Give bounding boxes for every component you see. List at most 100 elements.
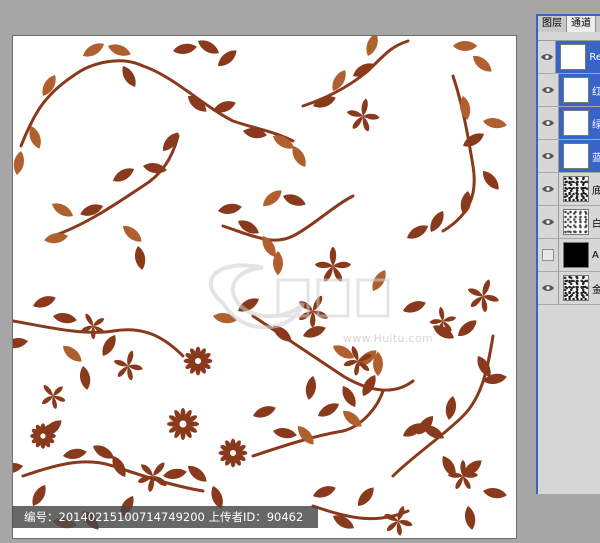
layer-name: 底 <box>592 182 600 197</box>
layer-thumbnail[interactable] <box>563 176 589 202</box>
leaf-shape <box>172 41 198 56</box>
leaf-shape <box>78 201 105 219</box>
leaf-shape <box>463 505 478 531</box>
leaf-shape <box>52 311 78 326</box>
layer-thumbnail[interactable] <box>563 77 589 103</box>
layer-row[interactable]: 金 <box>538 272 600 305</box>
layer-name: 白 <box>592 215 600 230</box>
daisy-shape <box>183 346 213 376</box>
eye-icon[interactable] <box>538 41 557 73</box>
leaf-shape <box>479 167 503 193</box>
leaf-shape <box>43 231 69 246</box>
eye-icon[interactable] <box>538 140 559 172</box>
leaf-shape <box>62 446 88 461</box>
leaf-shape <box>159 129 183 155</box>
layer-row[interactable]: 底 <box>538 173 600 206</box>
layer-row[interactable]: 绿 <box>538 107 600 140</box>
layers-panel[interactable]: 图层 通道 Re 红绿蓝底白 A 金 <box>536 14 600 494</box>
leaf-shape <box>354 484 378 510</box>
leaf-shape <box>430 321 457 343</box>
leaf-shape <box>106 41 133 59</box>
flower-shape <box>74 306 111 343</box>
leaf-shape <box>482 116 508 131</box>
eye-icon[interactable] <box>538 173 559 205</box>
daisy-shape <box>218 438 248 468</box>
leaf-shape <box>443 395 458 421</box>
layer-thumbnail[interactable] <box>563 209 589 235</box>
flower-shape <box>462 273 505 316</box>
layer-row[interactable]: 蓝 <box>538 140 600 173</box>
flower-shape <box>33 376 71 414</box>
layer-name: A <box>592 249 599 261</box>
layer-row[interactable]: 白 <box>538 206 600 239</box>
eye-icon[interactable] <box>538 272 559 304</box>
layer-name: 蓝 <box>592 149 600 164</box>
leaf-shape <box>214 46 240 70</box>
tab-channels[interactable]: 通道 <box>567 16 596 32</box>
layer-row[interactable]: A <box>538 239 600 272</box>
eye-icon[interactable] <box>538 206 559 238</box>
flower-shape <box>344 95 383 133</box>
layer-name: Re <box>589 51 600 63</box>
layer-thumbnail[interactable] <box>563 275 589 301</box>
leaf-shape <box>242 126 268 141</box>
leaf-shape <box>460 129 487 151</box>
leaf-shape <box>311 483 338 501</box>
leaf-shape <box>338 383 360 410</box>
leaf-shape <box>110 164 137 186</box>
leaf-shape <box>195 36 222 58</box>
eye-icon[interactable] <box>538 107 559 139</box>
vine-stem <box>221 194 355 242</box>
vine-stem <box>51 134 180 238</box>
leaf-shape <box>350 59 377 81</box>
document-canvas[interactable]: www.Huitu.com <box>12 35 517 539</box>
layer-thumbnail[interactable] <box>563 143 589 169</box>
layer-row[interactable]: Re <box>538 41 600 74</box>
leaf-shape <box>454 316 480 340</box>
leaf-shape <box>281 191 308 209</box>
leaf-shape <box>13 461 24 476</box>
leaf-shape <box>294 422 318 448</box>
leaf-shape <box>259 186 285 210</box>
leaf-shape <box>482 486 508 501</box>
leaf-shape <box>458 190 473 216</box>
leaf-shape <box>363 36 381 58</box>
leaf-shape <box>453 41 478 51</box>
leaf-shape <box>98 332 120 359</box>
layer-thumbnail[interactable] <box>563 110 589 136</box>
leaf-shape <box>303 375 318 401</box>
leaf-shape <box>162 466 188 481</box>
leaf-shape <box>13 336 29 351</box>
panel-tabs: 图层 通道 <box>538 16 600 32</box>
leaf-shape <box>142 161 168 176</box>
layer-name: 金 <box>592 281 600 296</box>
leaf-shape <box>119 222 145 246</box>
leaf-shape <box>31 293 58 311</box>
leaf-shape <box>59 342 85 366</box>
watermark-text: www.Huitu.com <box>343 332 433 345</box>
eye-icon[interactable] <box>538 74 559 106</box>
leaf-shape <box>469 52 495 76</box>
leaf-shape <box>28 482 50 509</box>
daisy-shape <box>167 408 199 440</box>
flower-shape <box>379 500 418 538</box>
leaf-shape <box>80 39 107 61</box>
tab-layers[interactable]: 图层 <box>538 16 567 32</box>
leaf-shape <box>315 399 342 421</box>
layer-name: 绿 <box>592 116 600 131</box>
image-caption: 编号：20140215100714749200 上传者ID：90462 <box>12 506 318 528</box>
leaf-shape <box>251 403 278 421</box>
vine-stem <box>13 319 185 358</box>
leaf-shape <box>211 98 238 116</box>
vine-stem <box>141 64 295 143</box>
vine-stem <box>251 389 385 458</box>
leaf-shape <box>13 150 26 176</box>
leaf-shape <box>184 462 210 486</box>
leaf-shape <box>78 365 93 391</box>
layer-thumbnail[interactable] <box>560 44 587 70</box>
layer-list: Re 红绿蓝底白 A 金 <box>538 41 600 305</box>
layer-row[interactable]: 红 <box>538 74 600 107</box>
layer-thumbnail[interactable] <box>563 242 589 268</box>
visibility-toggle[interactable] <box>538 239 559 271</box>
flower-shape <box>110 346 147 383</box>
